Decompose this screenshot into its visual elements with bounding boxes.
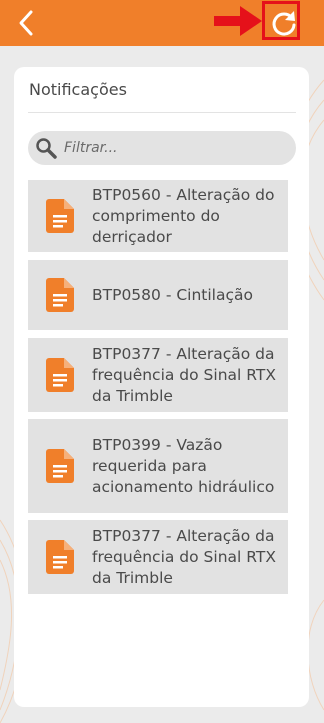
- search-input[interactable]: [64, 131, 284, 165]
- document-icon: [28, 540, 92, 574]
- back-button[interactable]: [12, 8, 42, 38]
- document-icon: [28, 449, 92, 483]
- notification-item[interactable]: BTP0580 - Cintilação: [28, 260, 288, 330]
- search-icon: [36, 138, 57, 159]
- notifications-panel: Notificações BTP0560 - Alteração do comp…: [14, 67, 309, 707]
- notification-text: BTP0377 - Alteração da frequência do Sin…: [92, 344, 276, 405]
- panel-title: Notificações: [29, 80, 127, 99]
- annotation-arrow-icon: [214, 6, 262, 36]
- top-bar: [0, 0, 324, 46]
- notification-text: BTP0580 - Cintilação: [92, 285, 253, 304]
- refresh-button[interactable]: [262, 1, 300, 40]
- chevron-left-icon: [19, 10, 33, 36]
- divider: [28, 112, 296, 113]
- notification-item[interactable]: BTP0560 - Alteração do comprimento do de…: [28, 180, 288, 252]
- document-icon: [28, 199, 92, 233]
- document-icon: [28, 278, 92, 312]
- notification-item[interactable]: BTP0377 - Alteração da frequência do Sin…: [28, 338, 288, 412]
- notification-item[interactable]: BTP0399 - Vazão requerida para acionamen…: [28, 419, 288, 513]
- document-icon: [28, 358, 92, 392]
- notification-text: BTP0377 - Alteração da frequência do Sin…: [92, 526, 276, 587]
- notification-text: BTP0399 - Vazão requerida para acionamen…: [92, 435, 275, 496]
- search-bar: [28, 131, 296, 165]
- notification-item[interactable]: BTP0377 - Alteração da frequência do Sin…: [28, 520, 288, 594]
- refresh-icon: [272, 11, 296, 36]
- notification-text: BTP0560 - Alteração do comprimento do de…: [92, 185, 275, 246]
